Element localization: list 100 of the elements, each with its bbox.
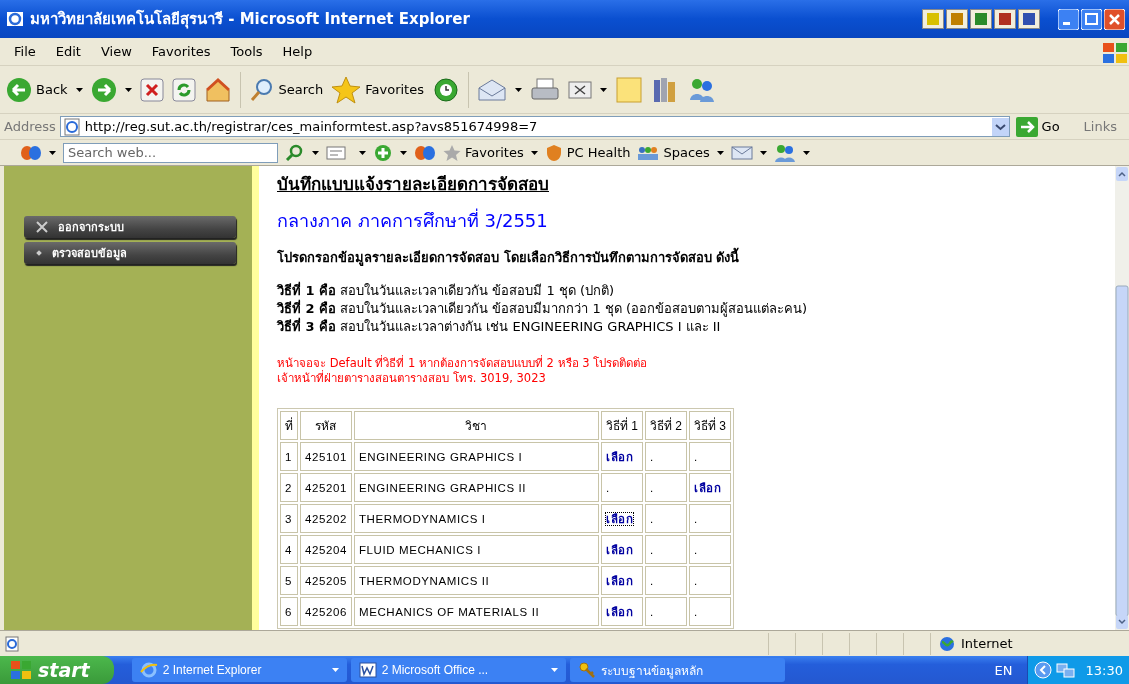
network-icon[interactable] — [1055, 661, 1076, 679]
caret-icon[interactable] — [514, 87, 522, 92]
chevron-left-icon[interactable] — [1033, 661, 1052, 679]
table-cell: THERMODYNAMICS II — [354, 566, 599, 595]
app-icon[interactable] — [1018, 9, 1040, 29]
table-cell: 425101 — [300, 442, 352, 471]
table-cell: 425205 — [300, 566, 352, 595]
menu-item[interactable]: Tools — [220, 44, 273, 59]
printer-icon[interactable] — [529, 76, 560, 103]
caret-icon[interactable] — [759, 150, 767, 155]
table-cell: 425206 — [300, 597, 352, 626]
table-cell: 1 — [280, 442, 298, 471]
page-heading: บันทึกแบบแจ้งรายละเอียดการจัดสอบ — [277, 173, 550, 196]
go-button[interactable]: Go — [1015, 116, 1060, 137]
table-cell: 425201 — [300, 473, 352, 502]
browser-icon — [6, 10, 24, 28]
table-cell: . — [650, 605, 654, 618]
method-text: วิธีที่ 2 คือ สอบในวันและเวลาเดียวกัน ข้อสอบมีมากกว่า 1 ชุด (ออกข้อสอบตามผู้สอนแต่ละคน) — [277, 300, 809, 317]
language-indicator[interactable]: EN — [994, 662, 1013, 678]
caret-icon[interactable] — [400, 150, 407, 155]
table-cell: . — [606, 481, 610, 494]
caret-icon[interactable] — [359, 150, 366, 155]
taskbar-button[interactable]: ระบบฐานข้อมูลหลัก — [569, 658, 785, 682]
app-icon[interactable] — [994, 9, 1016, 29]
table-cell: 5 — [280, 566, 298, 595]
scrollbar-drawing[interactable] — [1115, 166, 1129, 630]
taskbar-button[interactable]: 2 Internet Explorer — [131, 658, 347, 682]
note-text: หน้าจอจะ Default ที่วิธีที่ 1 หากต้องการจัดสอบแบบที่ 2 หรือ 3 โปรดติดต่อ — [277, 356, 649, 370]
search-icon[interactable] — [285, 143, 305, 162]
caret-icon[interactable] — [599, 87, 607, 92]
mail-icon[interactable] — [730, 144, 753, 161]
table-cell: . — [694, 543, 698, 556]
table-cell: . — [650, 543, 654, 556]
address-field[interactable]: http://reg.sut.ac.th/registrar/ces_mainformtest.asp?avs851674998=7 — [59, 116, 1010, 137]
people-icon — [637, 144, 660, 161]
browser-icon — [139, 661, 158, 679]
address-label: Address — [4, 119, 56, 134]
table-cell: . — [694, 574, 698, 587]
pc-health-button[interactable]: PC Health — [544, 143, 631, 162]
zone-label: Internet — [961, 636, 1013, 651]
table-cell: 2 — [280, 473, 298, 502]
caret-icon — [550, 668, 558, 672]
close-icon[interactable] — [1104, 8, 1125, 30]
favorites-button[interactable]: Favorites — [331, 75, 424, 104]
stop-icon[interactable] — [139, 77, 164, 102]
table-cell: 3 — [280, 504, 298, 533]
maximize-icon[interactable] — [1081, 8, 1102, 30]
search-button[interactable]: Search — [248, 76, 324, 103]
caret-icon — [331, 668, 339, 672]
menu-item[interactable]: File — [4, 44, 46, 59]
table-cell: . — [694, 450, 698, 463]
contacts-icon[interactable] — [773, 143, 796, 162]
add-icon[interactable] — [373, 143, 393, 162]
caret-icon[interactable] — [49, 150, 56, 155]
search-icon — [248, 76, 275, 103]
caret-icon[interactable] — [530, 150, 538, 155]
table-cell: 425204 — [300, 535, 352, 564]
caret-icon[interactable] — [124, 87, 132, 92]
home-icon[interactable] — [203, 76, 232, 103]
menu-item[interactable]: View — [90, 44, 142, 59]
table-cell: . — [650, 481, 654, 494]
history-icon[interactable] — [431, 76, 460, 103]
column-header: วิชา — [354, 411, 599, 440]
spaces-button[interactable]: Spaces — [637, 144, 710, 161]
caret-icon[interactable] — [802, 150, 810, 155]
dropdown-icon[interactable] — [991, 117, 1009, 136]
back-button[interactable]: Back — [6, 76, 68, 103]
column-header: วิธีที่ 2 — [645, 411, 687, 440]
globe-icon — [939, 635, 955, 652]
table-cell: FLUID MECHANICS I — [354, 535, 599, 564]
app-icon[interactable] — [946, 9, 968, 29]
page-icon — [4, 635, 20, 652]
table-cell: . — [694, 605, 698, 618]
app-icon[interactable] — [922, 9, 944, 29]
menu-item[interactable]: Help — [272, 44, 323, 59]
app-icon[interactable] — [970, 9, 992, 29]
star-icon — [443, 143, 461, 162]
menu-item[interactable]: Favorites — [141, 44, 221, 59]
caret-icon[interactable] — [75, 87, 83, 92]
table-cell: . — [650, 574, 654, 587]
refresh-icon[interactable] — [171, 77, 196, 102]
search-field[interactable]: Search web... — [63, 142, 278, 163]
table-cell: MECHANICS OF MATERIALS II — [354, 597, 599, 626]
windows-logo-icon — [10, 660, 32, 680]
table-cell: . — [650, 450, 654, 463]
menu-item[interactable]: Edit — [45, 44, 91, 59]
favorites-button[interactable]: Favorites — [443, 143, 524, 162]
mail-icon[interactable] — [476, 77, 507, 102]
table-cell: ENGINEERING GRAPHICS I — [354, 442, 599, 471]
caret-icon[interactable] — [716, 150, 724, 155]
minimize-icon[interactable] — [1058, 8, 1079, 30]
sidebar-button[interactable]: ออกจากระบบ — [24, 216, 236, 238]
page-icon — [62, 117, 81, 136]
table-cell: 6 — [280, 597, 298, 626]
note-text: เจ้าหน้าที่ฝ่ายตารางสอนตารางสอบ โทร. 3019, 3023 — [277, 371, 547, 386]
caret-icon[interactable] — [312, 150, 319, 155]
links-button[interactable]: Links — [1083, 119, 1117, 134]
taskbar-button[interactable]: 2 Microsoft Office ... — [350, 658, 566, 682]
sidebar-button[interactable]: ตรวจสอบข้อมูล — [24, 242, 236, 264]
keys-icon — [577, 661, 596, 679]
